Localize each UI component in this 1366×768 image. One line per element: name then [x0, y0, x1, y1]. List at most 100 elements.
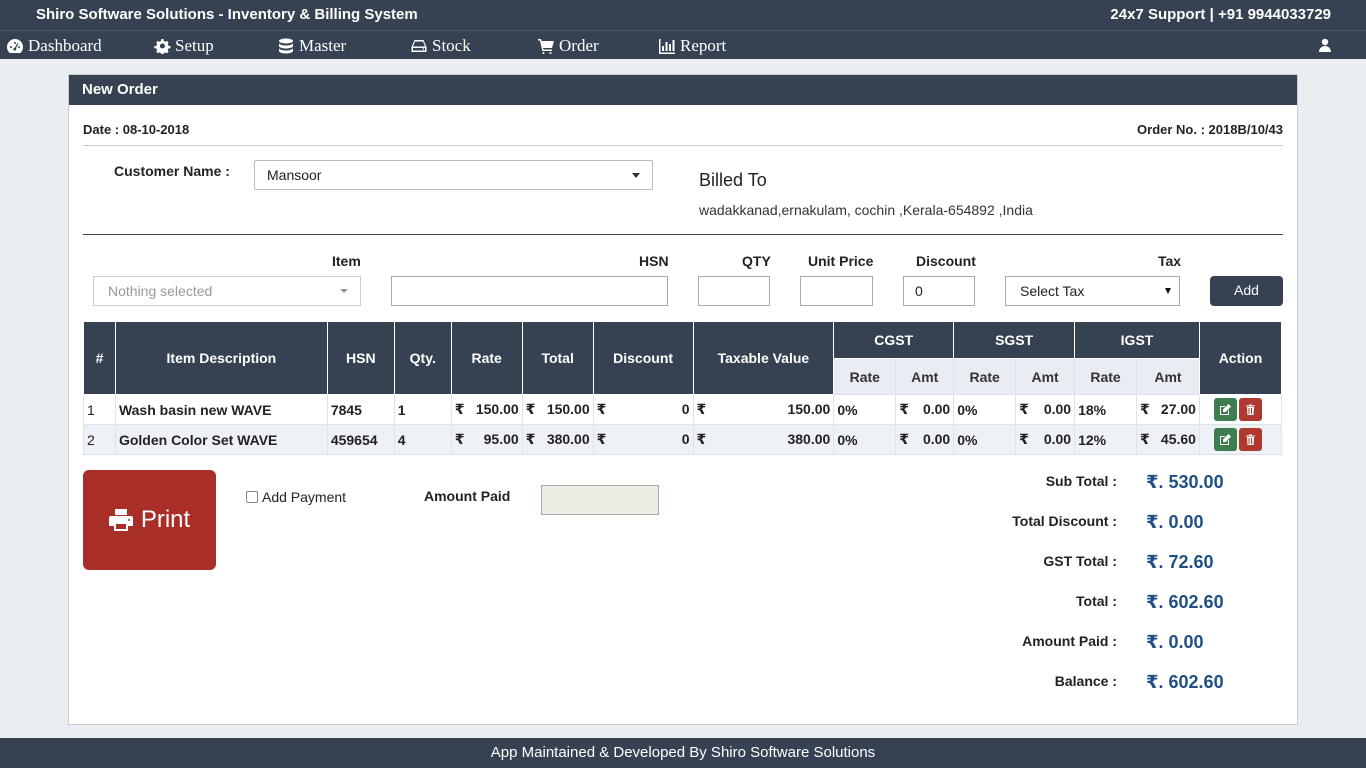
discount-input[interactable]: 0	[903, 276, 975, 306]
gear-icon	[154, 39, 171, 54]
unit-price-input[interactable]	[800, 276, 873, 306]
add-payment-toggle[interactable]: Add Payment	[246, 489, 346, 505]
total-label: Total :	[1076, 593, 1117, 609]
col-header-cgst-rate: Rate	[833, 358, 897, 395]
rupee-symbol: ₹	[596, 401, 607, 417]
row-actions	[1198, 424, 1283, 455]
row-description: Wash basin new WAVE	[114, 394, 328, 425]
edit-row-button[interactable]	[1213, 398, 1237, 421]
discount-value: 0	[681, 401, 690, 417]
print-label: Print	[140, 506, 191, 533]
nav-report[interactable]: Report	[658, 36, 726, 56]
sub-total-label: Sub Total :	[1045, 473, 1117, 489]
row-qty: 4	[393, 424, 452, 455]
item-select-placeholder: Nothing selected	[108, 283, 213, 299]
billed-to-address: wadakkanad,ernakulam, cochin ,Kerala-654…	[699, 202, 1033, 218]
qty-label: QTY	[742, 253, 771, 269]
nav-stock[interactable]: Stock	[410, 36, 471, 56]
cgst-amt-value: 0.00	[922, 401, 951, 417]
top-bar: Shiro Software Solutions - Inventory & B…	[0, 0, 1366, 30]
col-header-total: Total	[521, 321, 594, 395]
nav-master[interactable]: Master	[277, 36, 346, 56]
rupee-symbol: ₹	[1019, 431, 1029, 447]
total-value: 150.00	[546, 401, 590, 417]
discount-value: 0	[681, 431, 690, 447]
table-row: 1 Wash basin new WAVE 7845 1 ₹150.00 ₹15…	[83, 394, 1283, 425]
hsn-label: HSN	[639, 253, 669, 269]
nav-dashboard[interactable]: Dashboard	[6, 36, 102, 56]
add-payment-checkbox[interactable]	[246, 491, 258, 503]
cgst-amt-value: 0.00	[922, 431, 951, 447]
user-icon[interactable]	[1318, 38, 1332, 52]
item-select[interactable]: Nothing selected	[93, 276, 361, 306]
sgst-amt-value: 0.00	[1043, 401, 1072, 417]
balance-value: ₹. 602.60	[1146, 672, 1224, 692]
row-sgst-amt: ₹0.00	[1015, 424, 1076, 455]
row-igst-rate: 12%	[1074, 424, 1137, 455]
col-header-sgst: SGST	[953, 321, 1076, 359]
row-igst-amt: ₹27.00	[1135, 394, 1200, 425]
edit-row-button[interactable]	[1213, 428, 1237, 451]
nav-label: Order	[559, 36, 599, 55]
hdd-icon	[411, 40, 427, 52]
row-taxable-value: ₹150.00	[692, 394, 835, 425]
col-header-sgst-rate: Rate	[953, 358, 1017, 395]
order-date: Date : 08-10-2018	[83, 122, 190, 137]
rupee-symbol: ₹	[1139, 431, 1150, 447]
add-item-button[interactable]: Add	[1210, 276, 1283, 306]
balance-label: Balance :	[1054, 673, 1117, 689]
total-value: 380.00	[546, 431, 590, 447]
rupee-symbol: ₹	[899, 401, 909, 417]
nav-label: Stock	[432, 36, 471, 55]
billed-to-title: Billed To	[699, 170, 767, 190]
trash-icon	[1245, 434, 1255, 445]
row-cgst-amt: ₹0.00	[895, 424, 955, 455]
col-header-description: Item Description	[114, 321, 328, 395]
tax-label: Tax	[1158, 253, 1182, 269]
caret-down-icon	[1165, 288, 1171, 294]
col-header-cgst-amt: Amt	[895, 358, 955, 395]
row-discount: ₹0	[592, 394, 694, 425]
rate-value: 150.00	[475, 401, 519, 417]
row-num: 2	[83, 424, 116, 455]
row-sgst-rate: 0%	[953, 424, 1017, 455]
panel-title: New Order	[69, 75, 1297, 105]
row-cgst-rate: 0%	[833, 424, 897, 455]
col-header-hsn: HSN	[326, 321, 395, 395]
caret-down-icon	[632, 173, 640, 178]
delete-row-button[interactable]	[1238, 398, 1262, 421]
rupee-symbol: ₹	[454, 401, 465, 417]
col-header-qty: Qty.	[393, 321, 452, 395]
support-info: 24x7 Support | +91 9944033729	[1110, 6, 1331, 23]
rupee-symbol: ₹	[596, 431, 607, 447]
row-description: Golden Color Set WAVE	[114, 424, 328, 455]
amount-paid-input	[541, 485, 659, 515]
rupee-symbol: ₹	[525, 431, 536, 447]
row-taxable-value: ₹380.00	[692, 424, 835, 455]
customer-select[interactable]: Mansoor	[254, 160, 653, 190]
qty-input[interactable]	[698, 276, 770, 306]
nav-order[interactable]: Order	[537, 36, 599, 56]
col-header-cgst: CGST	[833, 321, 955, 359]
app-title: Shiro Software Solutions - Inventory & B…	[36, 6, 418, 23]
row-qty: 1	[393, 394, 452, 425]
taxable-value: 150.00	[787, 401, 831, 417]
amount-paid-summary-value: ₹. 0.00	[1146, 632, 1204, 652]
rate-value: 95.00	[483, 431, 519, 447]
nav-setup[interactable]: Setup	[153, 36, 214, 56]
row-hsn: 7845	[326, 394, 395, 425]
add-payment-label: Add Payment	[262, 489, 347, 505]
hsn-input[interactable]	[391, 276, 668, 306]
gst-total-label: GST Total :	[1043, 553, 1117, 569]
rupee-symbol: ₹	[525, 401, 536, 417]
divider	[83, 145, 1283, 146]
total-discount-label: Total Discount :	[1012, 513, 1117, 529]
nav-label: Report	[680, 36, 727, 55]
row-cgst-rate: 0%	[833, 394, 897, 425]
col-header-igst-rate: Rate	[1074, 358, 1137, 395]
delete-row-button[interactable]	[1238, 428, 1262, 451]
nav-label: Dashboard	[28, 36, 102, 55]
tax-select[interactable]: Select Tax	[1005, 276, 1180, 306]
print-button[interactable]: Print	[83, 470, 216, 570]
rupee-symbol: ₹	[454, 431, 465, 447]
